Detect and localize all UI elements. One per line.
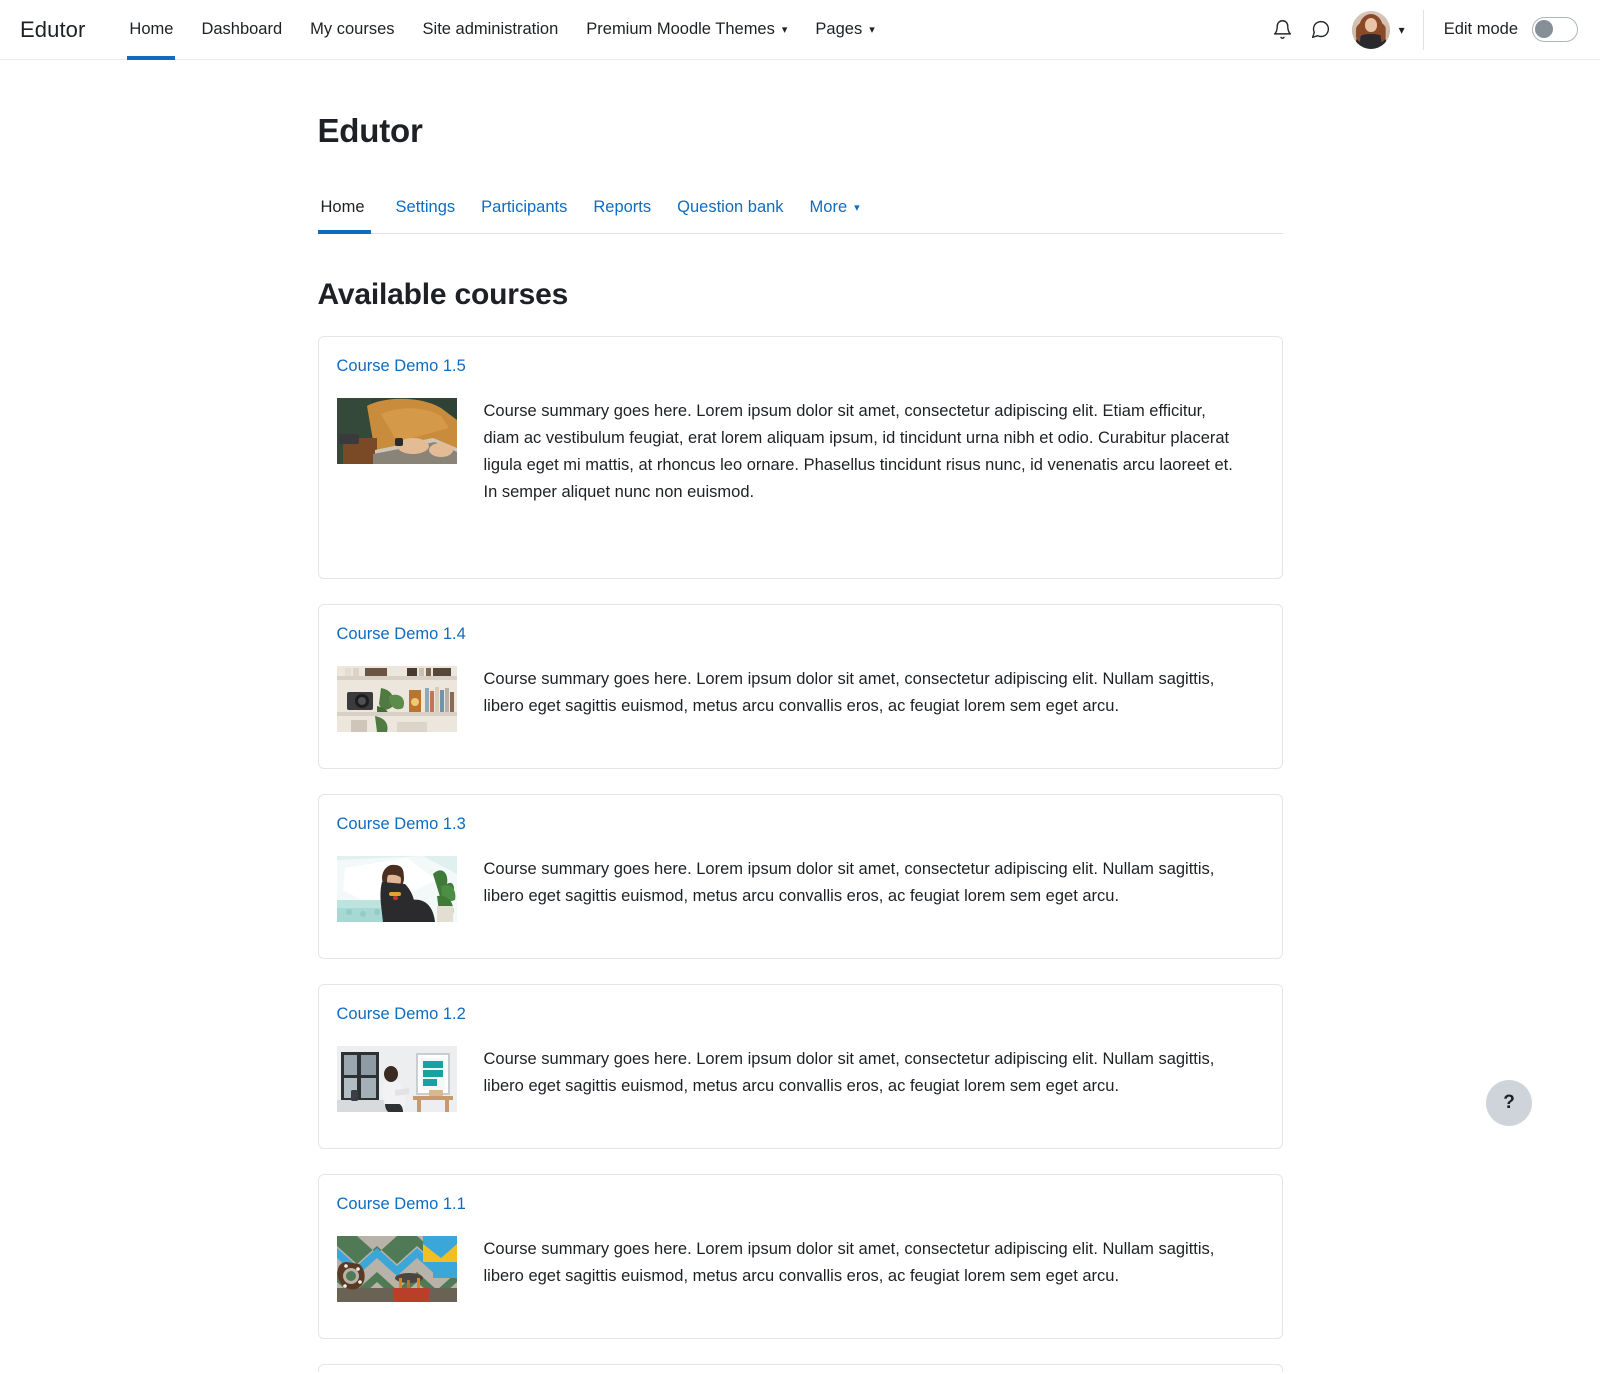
nav-item-my-courses-label: My courses (310, 20, 395, 38)
tab-participants[interactable]: Participants (468, 183, 580, 233)
edit-mode-switch-knob (1535, 20, 1553, 38)
chevron-down-icon: ▾ (781, 24, 788, 36)
tab-more[interactable]: More ▾ (797, 183, 873, 233)
course-card: Course Demo 1.3 Course summary goes here… (317, 794, 1283, 960)
section-title: Available courses (317, 278, 569, 311)
speech-bubble-icon[interactable] (1302, 11, 1340, 49)
question-mark-icon: ? (1503, 1092, 1515, 1113)
course-link[interactable]: Course Demo 1.4 (337, 625, 466, 644)
secondary-nav: Home Settings Participants Reports Quest… (317, 178, 1283, 234)
primary-nav: Home Dashboard My courses Site administr… (115, 0, 888, 60)
page-title: Edutor (317, 112, 423, 149)
course-card: Course Demo 1.1 Course summary goes here… (317, 1174, 1283, 1340)
nav-item-site-administration-label: Site administration (422, 20, 559, 38)
course-body: Course summary goes here. Lorem ipsum do… (336, 856, 1258, 923)
course-summary: Course summary goes here. Lorem ipsum do… (483, 1050, 1215, 1096)
edit-mode-switch[interactable] (1532, 17, 1578, 42)
course-body: Course summary goes here. Lorem ipsum do… (336, 666, 1258, 733)
tab-question-bank-label: Question bank (677, 198, 784, 216)
tab-question-bank[interactable]: Question bank (664, 183, 796, 233)
course-body: Course summary goes here. Lorem ipsum do… (336, 398, 1258, 506)
course-summary: Course summary goes here. Lorem ipsum do… (483, 860, 1215, 906)
course-link[interactable]: Course Demo 1.3 (337, 815, 466, 834)
nav-item-dashboard-label: Dashboard (201, 20, 283, 38)
avatar (1351, 10, 1390, 49)
course-body: Course summary goes here. Lorem ipsum do… (336, 1236, 1258, 1303)
course-summary: Course summary goes here. Lorem ipsum do… (483, 670, 1215, 716)
course-card: Course Demo 1.2 Course summary goes here… (317, 984, 1283, 1150)
user-menu-toggle[interactable]: ▾ (1351, 10, 1405, 49)
tab-home-label: Home (320, 198, 365, 216)
tab-reports-label: Reports (593, 198, 652, 216)
primary-navbar: Edutor Home Dashboard My courses Site ad… (0, 0, 1600, 60)
tab-settings[interactable]: Settings (383, 183, 469, 233)
course-link[interactable]: Course Demo 1.1 (337, 1195, 466, 1214)
nav-item-premium-moodle-themes-label: Premium Moodle Themes (586, 20, 775, 38)
nav-item-my-courses[interactable]: My courses (296, 0, 408, 60)
chevron-down-icon: ▾ (1398, 22, 1405, 37)
course-summary: Course summary goes here. Lorem ipsum do… (483, 1240, 1215, 1286)
course-summary: Course summary goes here. Lorem ipsum do… (483, 402, 1233, 502)
tab-more-label: More (809, 198, 848, 216)
nav-item-premium-moodle-themes[interactable]: Premium Moodle Themes ▾ (572, 0, 801, 60)
tab-home[interactable]: Home (317, 183, 383, 234)
page-body: Edutor Home Settings Participants Report… (0, 60, 1600, 1373)
tab-participants-label: Participants (481, 198, 568, 216)
site-brand-link[interactable]: Edutor (20, 17, 85, 43)
edit-mode-toggle[interactable]: Edit mode (1444, 17, 1578, 42)
page-container: Edutor Home Settings Participants Report… (317, 112, 1283, 1373)
navbar-right-group: ▾ Edit mode (1264, 0, 1578, 60)
course-list: Course Demo 1.5 Course summary goes here… (317, 336, 1283, 1373)
tab-settings-label: Settings (395, 198, 456, 216)
chevron-down-icon: ▾ (854, 202, 860, 214)
course-thumbnail (336, 856, 457, 923)
nav-item-home-label: Home (129, 20, 174, 38)
nav-item-dashboard[interactable]: Dashboard (187, 0, 296, 60)
nav-item-site-administration[interactable]: Site administration (409, 0, 573, 60)
course-thumbnail (336, 398, 457, 464)
nav-item-home[interactable]: Home (115, 0, 187, 60)
course-thumbnail (336, 666, 457, 733)
course-thumbnail (336, 1236, 457, 1303)
navbar-divider (1422, 9, 1424, 50)
course-link[interactable]: Course Demo 1.2 (337, 1005, 466, 1024)
course-link[interactable]: Course Demo 1.5 (337, 357, 466, 376)
course-card: Course Demo 1.5 Course summary goes here… (317, 336, 1283, 580)
course-thumbnail (336, 1046, 457, 1113)
course-card: Course Demo 1.4 Course summary goes here… (317, 604, 1283, 770)
chevron-down-icon: ▾ (869, 24, 875, 36)
course-body: Course summary goes here. Lorem ipsum do… (336, 1046, 1258, 1113)
tab-reports[interactable]: Reports (580, 183, 664, 233)
nav-item-pages[interactable]: Pages ▾ (801, 0, 888, 60)
bell-icon[interactable] (1264, 11, 1302, 49)
help-button[interactable]: ? (1486, 1080, 1532, 1126)
course-card-partial (317, 1364, 1283, 1373)
nav-item-pages-label: Pages (815, 20, 863, 38)
edit-mode-label: Edit mode (1443, 20, 1518, 38)
